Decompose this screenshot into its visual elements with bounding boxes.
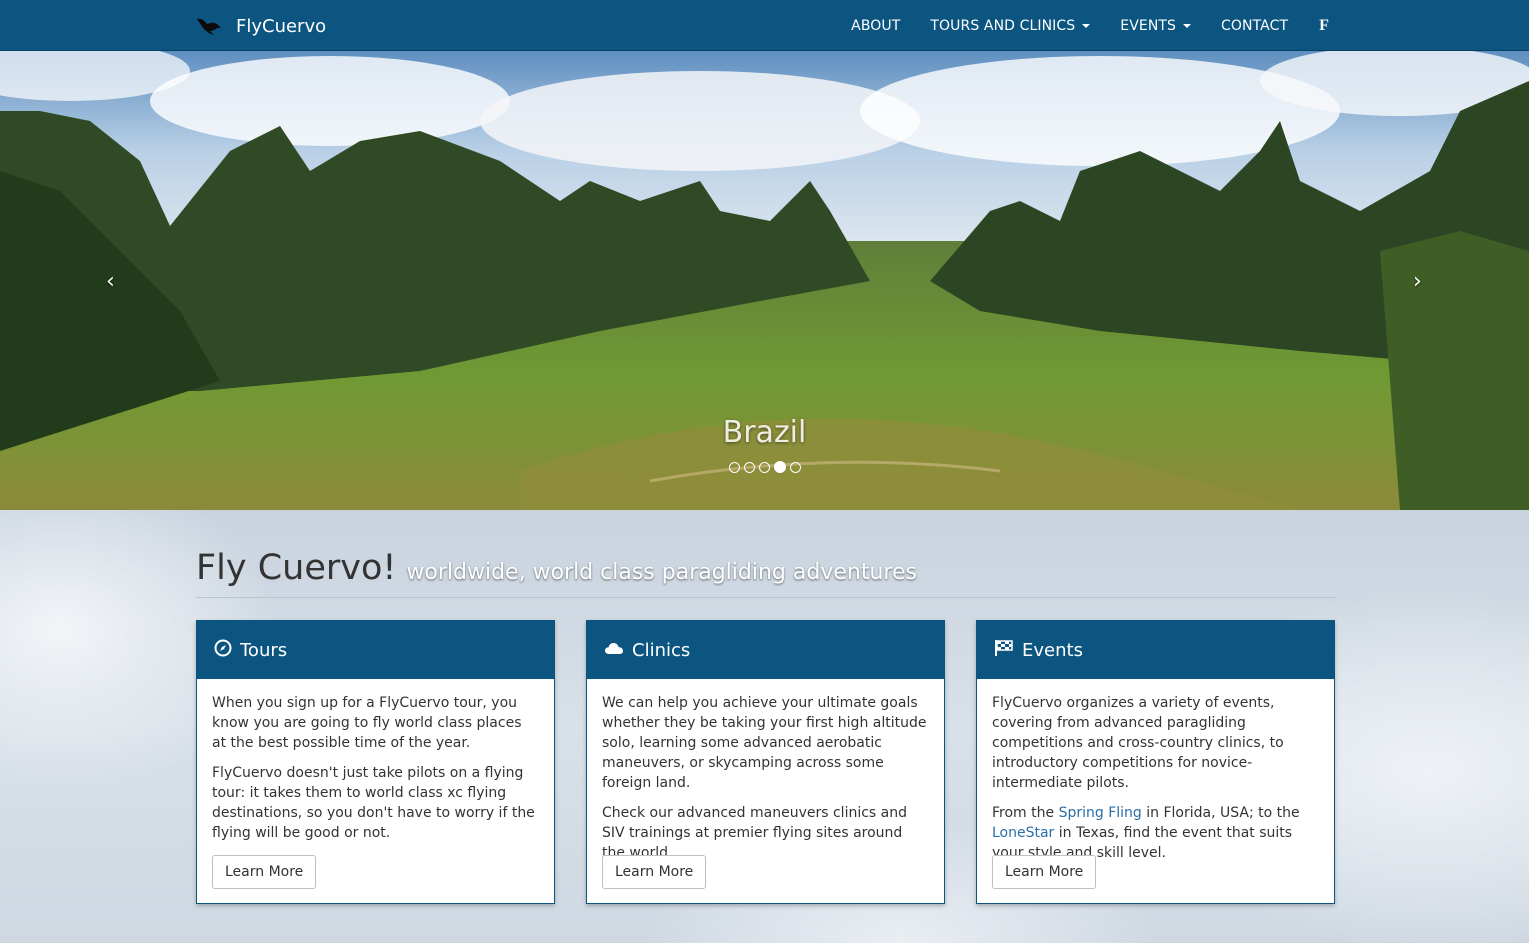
top-navbar: FlyCuervo ABOUT TOURS AND CLINICS EVENTS…	[0, 0, 1529, 51]
carousel-indicator[interactable]	[729, 462, 740, 473]
nav-about[interactable]: ABOUT	[836, 18, 915, 34]
spring-fling-link[interactable]: Spring Fling	[1059, 805, 1142, 821]
facebook-icon[interactable]: f	[1303, 17, 1333, 35]
events-text-2-prefix: From the	[992, 805, 1059, 821]
nav-tours-label: TOURS AND CLINICS	[930, 17, 1076, 34]
events-text-2: From the Spring Fling in Florida, USA; t…	[992, 803, 1319, 863]
crow-icon	[196, 16, 222, 36]
tours-learn-more-button[interactable]: Learn More	[212, 855, 317, 889]
chevron-right-icon: ›	[1413, 269, 1422, 294]
nav-events-label: EVENTS	[1120, 17, 1177, 34]
events-panel-title: Events	[1022, 639, 1083, 661]
tours-text-2: FlyCuervo doesn't just take pilots on a …	[212, 765, 535, 841]
nav-about-label: ABOUT	[851, 17, 901, 34]
nav-contact[interactable]: CONTACT	[1206, 18, 1303, 34]
compass-icon	[214, 639, 232, 662]
page-subtitle: worldwide, world class paragliding adven…	[406, 560, 917, 585]
tours-panel-title: Tours	[240, 639, 288, 661]
main-nav: ABOUT TOURS AND CLINICS EVENTS CONTACT f	[836, 0, 1333, 51]
clinics-text-2: Check our advanced maneuvers clinics and…	[602, 805, 908, 861]
clinics-panel: Clinics We can help you achieve your ult…	[586, 620, 945, 904]
page-heading: Fly Cuervo! worldwide, world class parag…	[196, 548, 1336, 598]
carousel-caption: Brazil	[722, 415, 807, 450]
carousel-next-control[interactable]: ›	[1413, 269, 1422, 294]
tours-panel-header: Tours	[197, 621, 554, 679]
page-title: Fly Cuervo!	[196, 548, 397, 588]
clinics-panel-title: Clinics	[632, 639, 691, 661]
lonestar-link[interactable]: LoneStar	[992, 825, 1054, 841]
events-text-2-mid: in Florida, USA; to the	[1141, 805, 1300, 821]
tours-panel-body: When you sign up for a FlyCuervo tour, y…	[197, 679, 554, 843]
events-panel-header: Events	[977, 621, 1334, 679]
events-panel: Events FlyCuervo organizes a variety of …	[976, 620, 1335, 904]
carousel-indicator-active[interactable]	[774, 461, 786, 473]
caret-down-icon	[1082, 23, 1091, 28]
carousel-indicator[interactable]	[759, 462, 770, 473]
clinics-panel-body: We can help you achieve your ultimate go…	[587, 679, 944, 863]
tours-text-1: When you sign up for a FlyCuervo tour, y…	[212, 695, 522, 751]
cloud-icon	[604, 640, 624, 661]
clinics-panel-header: Clinics	[587, 621, 944, 679]
caret-down-icon	[1183, 23, 1192, 28]
events-learn-more-button[interactable]: Learn More	[992, 855, 1097, 889]
events-text-1: FlyCuervo organizes a variety of events,…	[992, 695, 1284, 791]
facebook-glyph: f	[1319, 16, 1329, 34]
tours-panel: Tours When you sign up for a FlyCuervo t…	[196, 620, 555, 904]
brand-name: FlyCuervo	[236, 15, 327, 37]
nav-tours-and-clinics[interactable]: TOURS AND CLINICS	[915, 18, 1105, 34]
events-panel-body: FlyCuervo organizes a variety of events,…	[977, 679, 1334, 863]
hero-carousel[interactable]: ‹ › Brazil	[0, 51, 1529, 510]
carousel-indicators	[729, 461, 801, 473]
carousel-indicator[interactable]	[744, 462, 755, 473]
carousel-indicator[interactable]	[790, 462, 801, 473]
clinics-text-1: We can help you achieve your ultimate go…	[602, 695, 927, 791]
brand-link[interactable]: FlyCuervo	[196, 13, 326, 39]
flag-icon	[994, 639, 1014, 662]
nav-contact-label: CONTACT	[1221, 17, 1289, 34]
nav-events[interactable]: EVENTS	[1105, 18, 1206, 34]
chevron-left-icon: ‹	[106, 269, 115, 294]
clinics-learn-more-button[interactable]: Learn More	[602, 855, 707, 889]
carousel-prev-control[interactable]: ‹	[106, 269, 115, 294]
